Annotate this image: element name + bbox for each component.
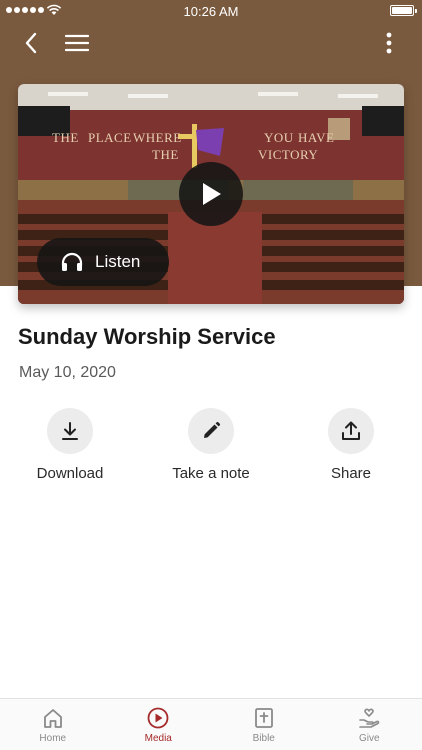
menu-button[interactable] — [62, 28, 92, 58]
listen-label: Listen — [95, 252, 141, 271]
banner-word: PLACE — [88, 130, 132, 145]
banner-word: WHERE — [133, 130, 182, 145]
play-icon — [203, 183, 221, 205]
listen-button[interactable]: Listen — [37, 238, 169, 286]
play-circle-icon — [147, 707, 169, 729]
pencil-icon — [204, 421, 221, 438]
tab-bible-label: Bible — [252, 733, 275, 744]
more-options-button[interactable] — [374, 28, 404, 58]
more-vertical-icon — [386, 32, 392, 54]
take-note-label: Take a note — [172, 465, 250, 482]
share-circle — [328, 408, 374, 454]
banner-word: HAVE — [298, 130, 335, 145]
tab-media-label: Media — [144, 733, 172, 744]
status-bar: 10:26 AM — [0, 0, 422, 22]
share-label: Share — [330, 465, 372, 482]
top-nav — [0, 22, 422, 64]
banner-word: VICTORY — [258, 147, 319, 162]
battery-icon — [390, 5, 417, 16]
home-icon — [43, 709, 62, 728]
bible-icon — [254, 708, 273, 728]
take-note-button[interactable]: Take a note — [151, 408, 271, 482]
media-title: Sunday Worship Service — [18, 324, 276, 349]
download-label: Download — [36, 465, 104, 482]
tab-home[interactable]: Home — [0, 699, 106, 750]
hamburger-icon — [65, 34, 89, 52]
download-circle — [47, 408, 93, 454]
tab-home-label: Home — [39, 733, 67, 744]
headphones-icon — [61, 252, 83, 271]
share-icon — [342, 421, 360, 440]
download-icon — [62, 422, 78, 440]
tab-bible[interactable]: Bible — [211, 699, 317, 750]
media-date: May 10, 2020 — [19, 364, 116, 381]
chevron-left-icon — [25, 32, 37, 54]
play-button[interactable] — [179, 162, 243, 226]
tab-give-label: Give — [358, 733, 380, 744]
tab-media[interactable]: Media — [106, 699, 212, 750]
tab-bar: Home Media Bible Give — [0, 698, 422, 750]
tab-give[interactable]: Give — [317, 699, 422, 750]
video-thumbnail[interactable]: THE PLACE WHERE YOU HAVE THE VICTORY Lis… — [18, 84, 404, 304]
share-button[interactable]: Share — [291, 408, 411, 482]
banner-word: YOU — [264, 130, 294, 145]
back-button[interactable] — [16, 28, 46, 58]
banner-word: THE — [152, 147, 179, 162]
status-time: 10:26 AM — [183, 4, 239, 19]
give-icon — [359, 708, 380, 728]
banner-word: THE — [52, 130, 79, 145]
download-button[interactable]: Download — [10, 408, 130, 482]
take-note-circle — [188, 408, 234, 454]
